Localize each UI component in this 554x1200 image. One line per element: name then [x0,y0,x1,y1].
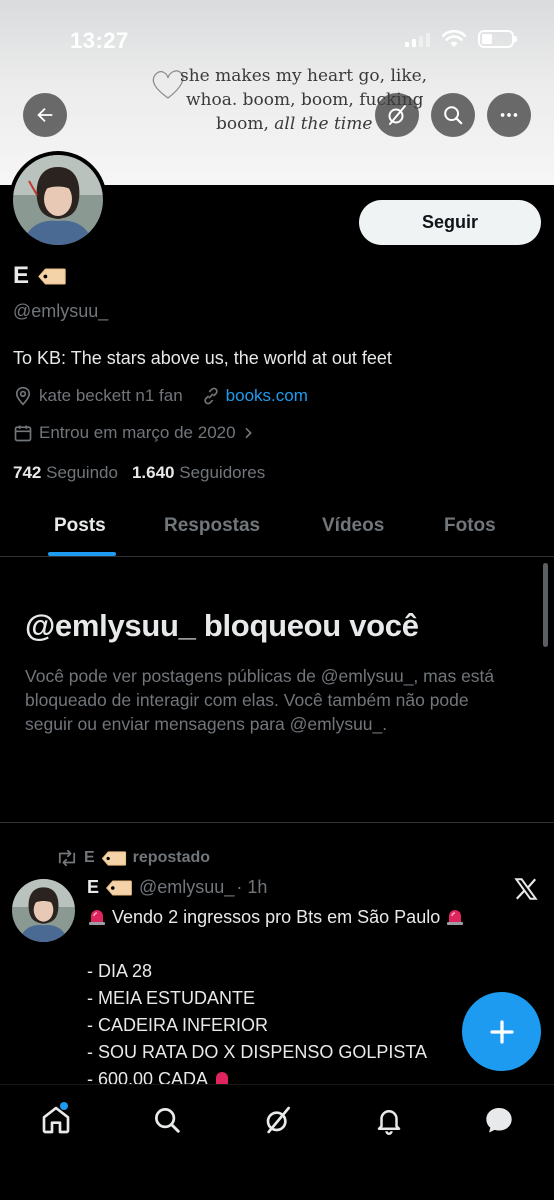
nav-home[interactable] [36,1100,76,1140]
quote-line-3: boom, [216,114,269,134]
status-time: 13:27 [70,28,129,53]
tab-respostas[interactable]: Respostas [164,515,260,537]
calendar-icon [14,425,32,442]
followers-count: 1.640 [131,463,175,482]
siren-icon [89,910,105,925]
joined-date: Entrou em março de 2020 [39,423,236,442]
repost-label: repostado [132,849,211,866]
search-icon [444,106,463,125]
more-icon [500,113,518,117]
tweet-line-2 [87,931,547,958]
following-link[interactable]: 742 Seguindo [13,463,118,483]
messages-icon [486,1108,512,1133]
x-logo-icon [514,878,538,900]
home-icon [42,1106,70,1134]
back-arrow-icon [37,107,53,123]
active-tab-indicator [48,552,116,556]
following-label: Seguindo [46,463,118,482]
repost-icon [58,849,76,867]
grok-button[interactable] [375,93,419,137]
avatar-photo [12,879,75,942]
status-bar: 13:27 [0,0,554,80]
back-button[interactable] [23,93,67,137]
followers-link[interactable]: 1.640 Seguidores [132,463,265,483]
joined-date-row[interactable]: Entrou em março de 2020 [13,423,256,443]
profile-avatar[interactable] [9,151,107,249]
display-name-text: E [13,262,30,289]
profile-tabs: Posts Respostas Vídeos Fotos [0,500,554,557]
quote-tail: all the time [274,114,373,134]
blocked-description: Você pode ver postagens públicas de @eml… [25,666,495,734]
cellular-signal-icon [405,31,430,47]
tweet-author-handle[interactable]: @emlysuu_ [139,877,234,898]
profile-location: kate beckett n1 fan [39,386,183,405]
profile-bio: To KB: The stars above us, the world at … [13,348,392,368]
avatar-photo [13,155,103,245]
repost-indicator: E repostado [56,849,210,867]
tab-videos[interactable]: Vídeos [322,515,384,537]
link-icon [203,387,218,405]
grok-icon [388,105,406,125]
grok-icon [266,1106,290,1134]
tweet-header: E @emlysuu_ · 1h [87,877,267,898]
nav-notifications[interactable] [369,1100,409,1140]
more-button[interactable] [487,93,531,137]
profile-handle: @emlysuu_ [13,301,109,321]
location-icon [15,386,31,406]
tweet-time[interactable]: · 1h [236,877,267,898]
bottom-navigation [0,1084,554,1200]
nav-messages[interactable] [479,1100,519,1140]
display-name: E [13,262,67,290]
siren-icon [447,910,464,925]
home-notification-dot [60,1102,68,1110]
tweet-avatar[interactable] [12,879,75,942]
explore-icon [155,1108,180,1133]
followers-label: Seguidores [179,463,266,482]
battery-icon [478,30,517,48]
tab-fotos[interactable]: Fotos [444,515,496,537]
follow-counts: 742 Seguindo 1.640 Seguidores [13,463,265,483]
profile-meta: kate beckett n1 fan books.com [13,386,308,406]
nav-grok[interactable] [258,1100,298,1140]
wifi-icon [442,30,466,47]
nav-explore[interactable] [147,1100,187,1140]
tag-emoji-icon [38,267,66,285]
tweet-line-3: - DIA 28 [87,961,153,981]
divider [0,822,554,823]
tweet-line-1: Vendo 2 ingressos pro Bts em São Paulo [112,907,441,927]
tweet-author-name[interactable]: E [87,877,99,898]
blocked-title: @emlysuu_ bloqueou você [25,608,419,643]
repost-name: E [84,849,95,866]
scrollbar[interactable] [543,563,548,647]
following-count: 742 [13,463,42,482]
follow-button[interactable]: Seguir [359,200,541,245]
chevron-right-icon [244,427,252,439]
notifications-icon [377,1110,401,1135]
search-button[interactable] [431,93,475,137]
profile-website-link[interactable]: books.com [226,386,308,406]
tag-emoji-icon [105,879,132,896]
tab-posts[interactable]: Posts [54,515,106,537]
compose-post-button[interactable] [462,992,541,1071]
tag-emoji-icon [101,850,126,866]
plus-icon [489,1019,514,1044]
